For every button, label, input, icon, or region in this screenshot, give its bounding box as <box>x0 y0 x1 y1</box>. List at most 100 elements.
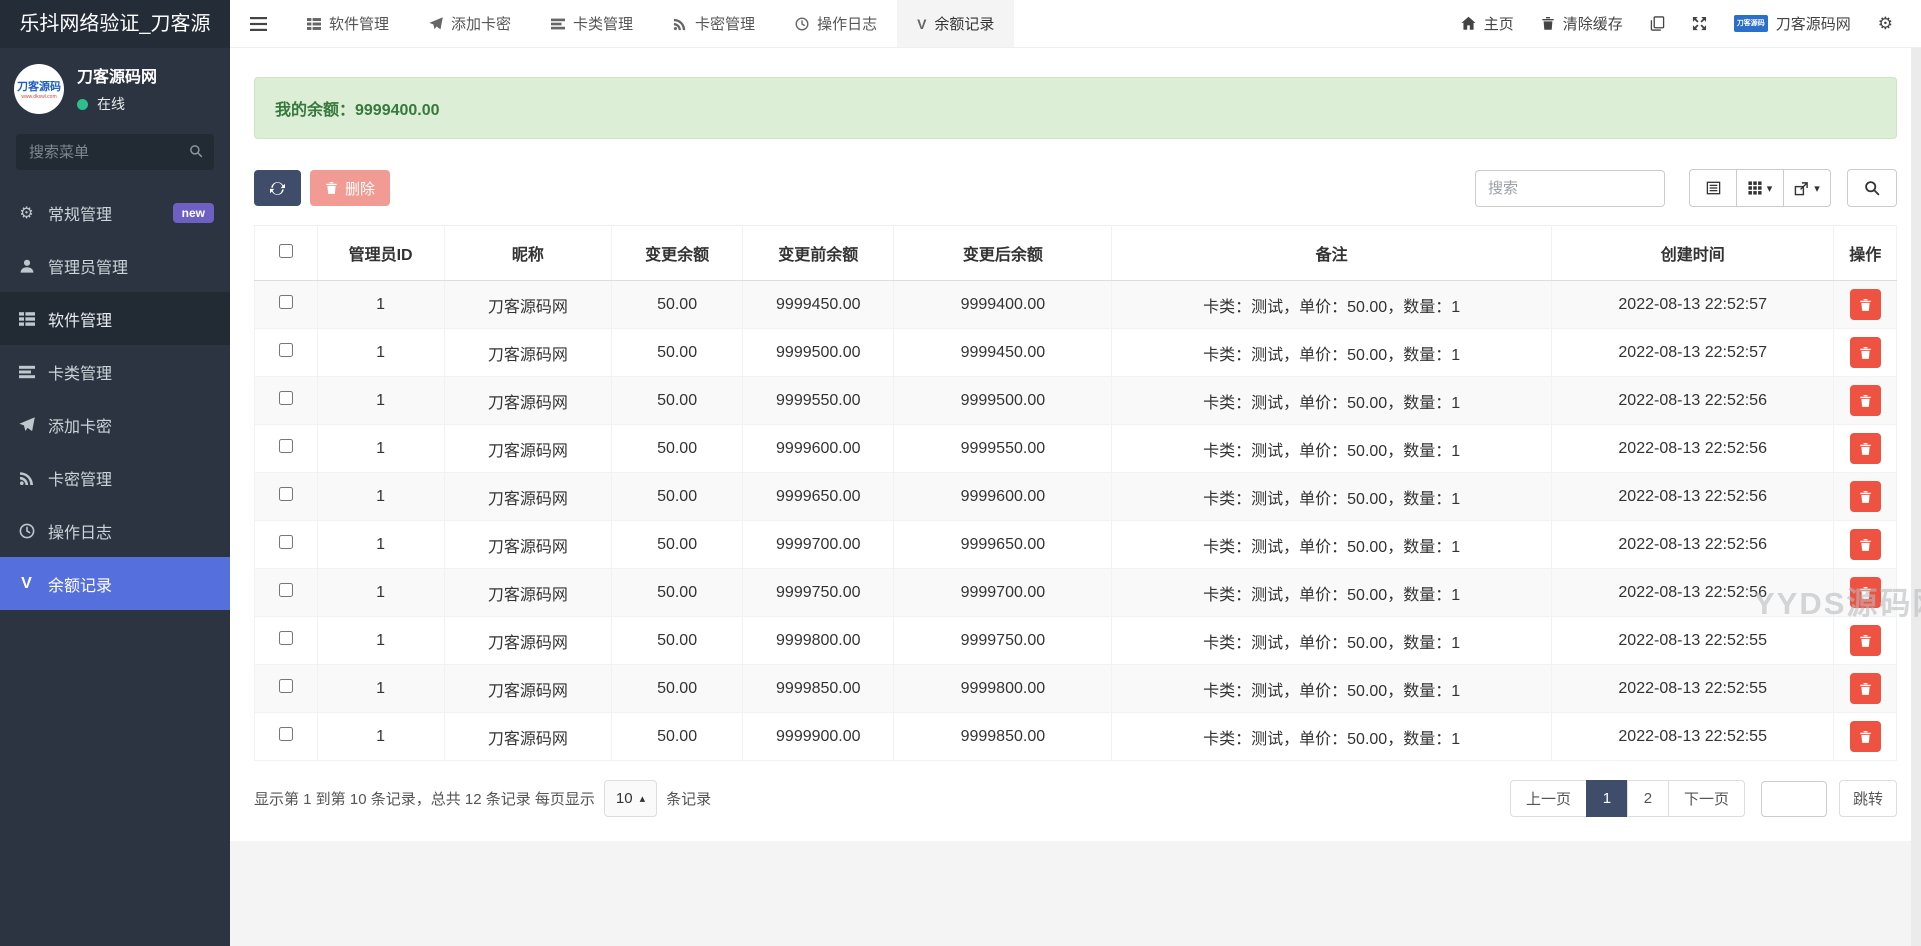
clear-cache-link[interactable]: 清除缓存 <box>1541 13 1623 34</box>
sidebar-search-input[interactable] <box>16 134 214 170</box>
delete-button[interactable]: 删除 <box>310 170 391 206</box>
pagination-info-prefix: 显示第 1 到第 10 条记录，总共 12 条记录 每页显示 <box>254 791 595 808</box>
row-checkbox[interactable] <box>278 631 293 645</box>
cell-before: 9999650.00 <box>742 472 895 521</box>
cell-after: 9999450.00 <box>893 328 1113 377</box>
app-root: 乐抖网络验证_刀客源 刀客源码 www.dkswl.com 刀客源码网 在线 搜… <box>0 0 1921 946</box>
tab-logs[interactable]: 操作日志 <box>775 0 897 47</box>
sidebar-search <box>16 134 214 170</box>
export-icon <box>1794 181 1809 196</box>
cell-nickname: 刀客源码网 <box>443 568 613 617</box>
row-checkbox[interactable] <box>278 679 293 693</box>
select-all-checkbox[interactable] <box>278 243 293 258</box>
table-search-input[interactable] <box>1475 169 1665 207</box>
table-toolbar: 删除 ▾ ▾ <box>254 169 1897 207</box>
th-list-icon <box>16 311 37 327</box>
cell-change: 50.00 <box>611 520 744 569</box>
sidebar-item-card-keys[interactable]: 卡密管理 <box>0 451 230 504</box>
row-checkbox[interactable] <box>278 583 293 597</box>
rss-icon <box>16 470 37 486</box>
row-select-cell <box>254 520 318 569</box>
columns-button[interactable]: ▾ <box>1736 169 1784 207</box>
pagination-info: 显示第 1 到第 10 条记录，总共 12 条记录 每页显示 10 ▴ 条记录 <box>254 780 711 817</box>
sidebar-item-label: 操作日志 <box>48 524 113 542</box>
row-delete-button[interactable] <box>1849 625 1881 656</box>
sidebar-item-admins[interactable]: 管理员管理 <box>0 239 230 292</box>
prev-page-button[interactable]: 上一页 <box>1509 780 1587 817</box>
sidebar-item-label: 管理员管理 <box>48 259 129 277</box>
site-link[interactable]: 刀客源码 刀客源码网 <box>1733 13 1851 34</box>
row-checkbox[interactable] <box>278 439 293 453</box>
row-delete-button[interactable] <box>1849 673 1881 704</box>
tab-card-keys[interactable]: 卡密管理 <box>653 0 775 47</box>
page-jump-button[interactable]: 跳转 <box>1838 780 1897 817</box>
tab-card-types[interactable]: 卡类管理 <box>531 0 653 47</box>
balance-alert-text: 我的余额：9999400.00 <box>275 102 440 119</box>
row-delete-button[interactable] <box>1849 289 1881 320</box>
cell-remark: 卡类：测试，单价：50.00，数量：1 <box>1111 376 1552 425</box>
copy-icon[interactable] <box>1650 16 1665 31</box>
table-row: 1 刀客源码网 50.00 9999700.00 9999650.00 卡类：测… <box>254 520 1897 569</box>
row-checkbox[interactable] <box>278 295 293 309</box>
row-checkbox[interactable] <box>278 535 293 549</box>
tab-label: 添加卡密 <box>451 16 512 33</box>
cell-remark: 卡类：测试，单价：50.00，数量：1 <box>1111 328 1552 377</box>
table-row: 1 刀客源码网 50.00 9999550.00 9999500.00 卡类：测… <box>254 376 1897 425</box>
row-delete-button[interactable] <box>1849 721 1881 752</box>
cell-nickname: 刀客源码网 <box>443 280 613 329</box>
row-checkbox[interactable] <box>278 391 293 405</box>
row-checkbox[interactable] <box>278 343 293 357</box>
home-link[interactable]: 主页 <box>1461 13 1514 34</box>
row-delete-button[interactable] <box>1849 577 1881 608</box>
row-checkbox[interactable] <box>278 727 293 741</box>
row-select-cell <box>254 376 318 425</box>
row-delete-button[interactable] <box>1849 385 1881 416</box>
cell-after: 9999700.00 <box>893 568 1113 617</box>
cell-remark: 卡类：测试，单价：50.00，数量：1 <box>1111 472 1552 521</box>
scrollbar[interactable] <box>1911 48 1921 946</box>
cell-before: 9999850.00 <box>742 664 895 713</box>
row-delete-button[interactable] <box>1849 481 1881 512</box>
cell-actions <box>1833 712 1897 761</box>
send-icon <box>16 416 37 433</box>
sidebar-item-card-types[interactable]: 卡类管理 <box>0 345 230 398</box>
refresh-button[interactable] <box>254 170 301 206</box>
advanced-search-button[interactable] <box>1847 169 1897 207</box>
trash-icon <box>1859 346 1872 360</box>
page-button-2[interactable]: 2 <box>1626 780 1669 817</box>
cell-change: 50.00 <box>611 280 744 329</box>
fullscreen-icon[interactable] <box>1692 16 1707 31</box>
cell-created: 2022-08-13 22:52:56 <box>1550 472 1835 521</box>
hamburger-icon[interactable] <box>230 0 287 47</box>
settings-gears-icon[interactable]: ⚙ <box>1878 14 1893 34</box>
cell-created: 2022-08-13 22:52:57 <box>1550 328 1835 377</box>
export-button[interactable]: ▾ <box>1783 169 1831 207</box>
tab-software[interactable]: 软件管理 <box>287 0 409 47</box>
cell-admin-id: 1 <box>316 328 445 377</box>
cell-after: 9999600.00 <box>893 472 1113 521</box>
cell-admin-id: 1 <box>316 520 445 569</box>
sidebar-item-software[interactable]: 软件管理 <box>0 292 230 345</box>
page-jump-input[interactable] <box>1760 780 1827 817</box>
sidebar-item-add-cards[interactable]: 添加卡密 <box>0 398 230 451</box>
tab-add-cards[interactable]: 添加卡密 <box>409 0 531 47</box>
cell-actions <box>1833 376 1897 425</box>
sidebar-item-label: 余额记录 <box>48 577 113 595</box>
row-checkbox[interactable] <box>278 487 293 501</box>
row-delete-button[interactable] <box>1849 337 1881 368</box>
page-button-1[interactable]: 1 <box>1585 780 1628 817</box>
detail-view-button[interactable] <box>1689 169 1737 207</box>
page-size-dropdown[interactable]: 10 ▴ <box>603 780 658 817</box>
sidebar-item-general[interactable]: ⚙ 常规管理 new <box>0 186 230 239</box>
row-select-cell <box>254 424 318 473</box>
sidebar-item-label: 卡密管理 <box>48 471 113 489</box>
tab-balance-records[interactable]: V 余额记录 <box>897 0 1015 47</box>
table-row: 1 刀客源码网 50.00 9999850.00 9999800.00 卡类：测… <box>254 664 1897 713</box>
next-page-button[interactable]: 下一页 <box>1667 780 1745 817</box>
row-delete-button[interactable] <box>1849 529 1881 560</box>
row-delete-button[interactable] <box>1849 433 1881 464</box>
sidebar-item-balance-records[interactable]: V 余额记录 <box>0 557 230 610</box>
sidebar-item-logs[interactable]: 操作日志 <box>0 504 230 557</box>
grid-icon <box>1748 181 1762 195</box>
cell-after: 9999550.00 <box>893 424 1113 473</box>
